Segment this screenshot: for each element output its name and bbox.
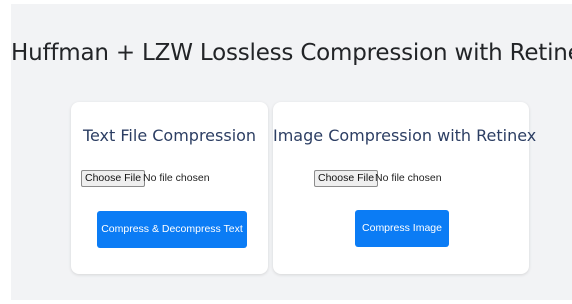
text-file-status: No file chosen bbox=[143, 172, 210, 184]
image-card-title: Image Compression with Retinex bbox=[273, 126, 537, 145]
image-choose-file-button[interactable]: Choose File bbox=[314, 170, 379, 187]
image-file-status: No file chosen bbox=[375, 172, 442, 184]
compress-decompress-text-button[interactable]: Compress & Decompress Text bbox=[97, 211, 247, 248]
image-compression-card: Image Compression with Retinex Choose Fi… bbox=[273, 102, 537, 274]
text-file-input: Choose File No file chosen bbox=[71, 170, 268, 188]
text-choose-file-button[interactable]: Choose File bbox=[81, 170, 146, 187]
text-card-title: Text File Compression bbox=[82, 126, 257, 145]
image-file-input: Choose File No file chosen bbox=[273, 170, 529, 188]
compress-image-button[interactable]: Compress Image bbox=[355, 210, 449, 247]
page-container: Huffman + LZW Lossless Compression with … bbox=[11, 4, 572, 300]
text-compression-card: Text File Compression Choose File No fil… bbox=[71, 102, 268, 274]
page-title: Huffman + LZW Lossless Compression with … bbox=[11, 40, 572, 66]
